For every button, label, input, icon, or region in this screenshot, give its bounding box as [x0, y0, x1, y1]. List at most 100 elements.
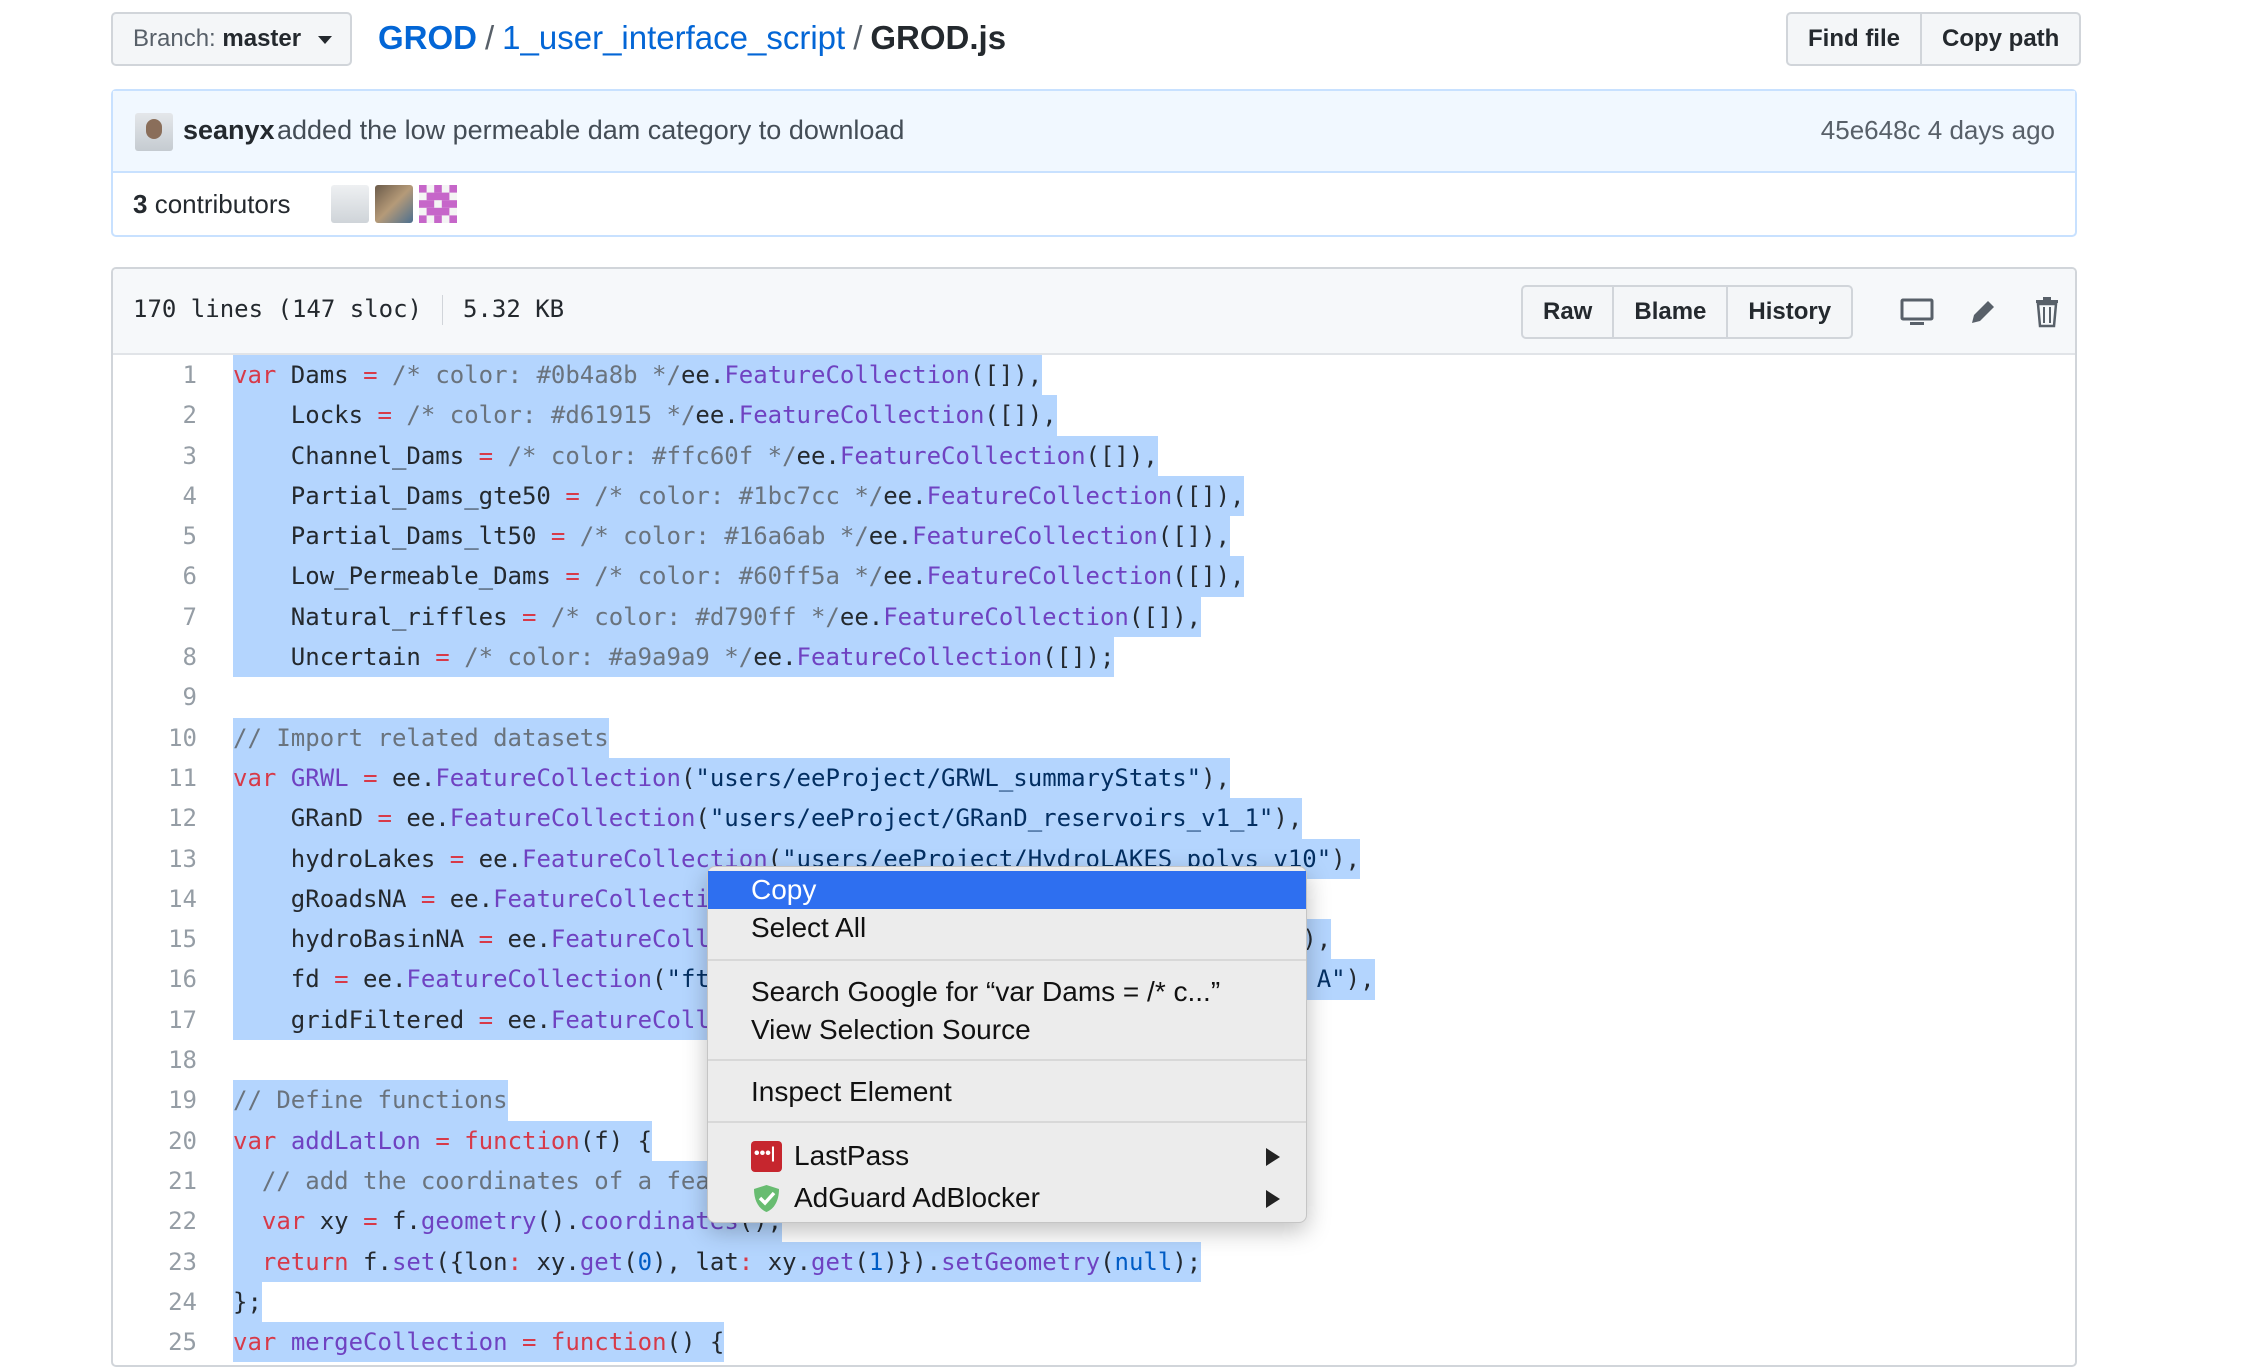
line-number[interactable]: 19: [113, 1080, 197, 1120]
menu-item-adguard[interactable]: AdGuard AdBlocker: [708, 1179, 1306, 1217]
line-number[interactable]: 9: [113, 677, 197, 717]
line-content: // Import related datasets: [233, 717, 609, 758]
line-content: var addLatLon = function(f) {: [233, 1120, 653, 1161]
line-content: var xy = f.geometry().coordinates();: [233, 1201, 783, 1242]
commit-header: seanyx added the low permeable dam categ…: [113, 91, 2075, 173]
line-number[interactable]: 18: [113, 1040, 197, 1080]
code-line: 1 var Dams = /* color: #0b4a8b */ee.Featu…: [113, 355, 2075, 396]
caret-down-icon: [317, 35, 332, 44]
code-line: 8 Uncertain = /* color: #a9a9a9 */ee.Fea…: [113, 637, 2075, 678]
code-line: 10 // Import related datasets: [113, 717, 2075, 758]
commit-message-link[interactable]: added the low permeable dam category to …: [277, 115, 904, 146]
line-number[interactable]: 7: [113, 597, 197, 637]
submenu-arrow-icon: [1266, 1148, 1280, 1166]
code-line: 11 var GRWL = ee.FeatureCollection("users…: [113, 757, 2075, 799]
menu-item-label: View Selection Source: [751, 1014, 1031, 1045]
contributors-count: 3: [133, 189, 148, 219]
code-line: 12 GRanD = ee.FeatureCollection("users/e…: [113, 798, 2075, 839]
code-line: 3 Channel_Dams = /* color: #ffc60f */ee.…: [113, 435, 2075, 476]
contributor-avatar[interactable]: [331, 185, 369, 223]
menu-item-search-google[interactable]: Search Google for “var Dams = /* c...”: [708, 973, 1306, 1011]
history-button[interactable]: History: [1728, 285, 1854, 339]
line-content: gRoadsNA = ee.FeatureCollecti: [233, 878, 710, 920]
contributor-avatar[interactable]: [375, 185, 413, 223]
trash-icon[interactable]: [2030, 295, 2064, 329]
line-content: Channel_Dams = /* color: #ffc60f */ee.Fe…: [233, 435, 1158, 476]
code-line: 7 Natural_riffles = /* color: #d790ff */…: [113, 596, 2075, 638]
file-nav-buttons: Find file Copy path: [1786, 12, 2082, 66]
line-content: Locks = /* color: #d61915 */ee.FeatureCo…: [233, 395, 1057, 436]
line-number[interactable]: 25: [113, 1322, 197, 1362]
menu-item-label: LastPass: [794, 1140, 910, 1171]
code-line: 6 Low_Permeable_Dams = /* color: #60ff5a…: [113, 556, 2075, 597]
raw-button[interactable]: Raw: [1521, 285, 1615, 339]
contributors-link[interactable]: 3 contributors: [133, 189, 291, 220]
breadcrumb-repo-link[interactable]: GROD: [378, 19, 477, 56]
line-number[interactable]: 15: [113, 919, 197, 959]
divider: [441, 295, 443, 325]
commit-tease: seanyx added the low permeable dam categ…: [111, 89, 2077, 237]
menu-separator: [708, 1121, 1306, 1123]
pencil-icon[interactable]: [1966, 295, 2000, 329]
avatar[interactable]: [135, 113, 173, 151]
line-number[interactable]: 11: [113, 758, 197, 798]
breadcrumb: GROD/1_user_interface_script / GROD.js: [378, 16, 1006, 60]
line-number[interactable]: 21: [113, 1161, 197, 1201]
commit-time: 4 days ago: [1927, 115, 2055, 145]
line-number[interactable]: 4: [113, 476, 197, 516]
line-number[interactable]: 23: [113, 1242, 197, 1282]
line-number[interactable]: 16: [113, 959, 197, 999]
line-number[interactable]: 12: [113, 798, 197, 838]
contributor-avatar[interactable]: [419, 185, 457, 223]
line-number[interactable]: 3: [113, 436, 197, 476]
file-info: 170 lines (147 sloc) 5.32 KB: [133, 295, 564, 325]
copy-path-button[interactable]: Copy path: [1922, 12, 2082, 66]
file-header: 170 lines (147 sloc) 5.32 KB Raw Blame Hi…: [113, 269, 2075, 355]
line-content: return f.set({lon: xy.get(0), lat: xy.ge…: [233, 1241, 1202, 1282]
menu-item-view-selection-source[interactable]: View Selection Source: [708, 1011, 1306, 1049]
line-content: Low_Permeable_Dams = /* color: #60ff5a *…: [233, 556, 1245, 597]
menu-item-copy[interactable]: Copy: [708, 871, 1306, 909]
line-content: Uncertain = /* color: #a9a9a9 */ee.Featu…: [233, 637, 1115, 678]
line-content: gridFiltered = ee.FeatureColl: [233, 999, 710, 1041]
file-lines: 170 lines (147 sloc): [133, 295, 422, 323]
desktop-icon[interactable]: [1900, 295, 1934, 329]
line-content: // add the coordinates of a fea: [233, 1160, 710, 1202]
line-number[interactable]: 2: [113, 395, 197, 435]
code-line: 25 var mergeCollection = function() {: [113, 1322, 2075, 1363]
line-number[interactable]: 22: [113, 1201, 197, 1241]
line-number[interactable]: 17: [113, 1000, 197, 1040]
contributors-label: contributors: [154, 189, 291, 219]
commit-author-link[interactable]: seanyx: [183, 115, 275, 146]
breadcrumb-folder-link[interactable]: 1_user_interface_script: [502, 19, 845, 56]
line-number[interactable]: 24: [113, 1282, 197, 1322]
breadcrumb-file: GROD.js: [870, 19, 1007, 56]
line-number[interactable]: 5: [113, 516, 197, 556]
find-file-button[interactable]: Find file: [1786, 12, 1922, 66]
line-number[interactable]: 14: [113, 879, 197, 919]
branch-value: master: [222, 25, 302, 52]
code-line: 2 Locks = /* color: #d61915 */ee.Feature…: [113, 395, 2075, 436]
menu-item-label: Inspect Element: [751, 1076, 952, 1107]
line-number[interactable]: 10: [113, 718, 197, 758]
menu-item-lastpass[interactable]: LastPass: [708, 1135, 1306, 1175]
line-content: Natural_riffles = /* color: #d790ff */ee…: [233, 596, 1202, 638]
line-content: var GRWL = ee.FeatureCollection("users/e…: [233, 757, 1231, 799]
commit-meta: 45e648c 4 days ago: [1821, 115, 2055, 146]
menu-item-inspect-element[interactable]: Inspect Element: [708, 1073, 1306, 1111]
blame-button[interactable]: Blame: [1614, 285, 1729, 339]
line-number[interactable]: 1: [113, 355, 197, 395]
file-actions: Raw Blame History: [1521, 285, 1854, 339]
line-content: GRanD = ee.FeatureCollection("users/eePr…: [233, 798, 1303, 839]
menu-item-select-all[interactable]: Select All: [708, 909, 1306, 947]
code-line: 4 Partial_Dams_gte50 = /* color: #1bc7cc…: [113, 475, 2075, 517]
line-content: Partial_Dams_gte50 = /* color: #1bc7cc *…: [233, 475, 1245, 517]
menu-item-label: AdGuard AdBlocker: [794, 1182, 1040, 1213]
line-number[interactable]: 20: [113, 1121, 197, 1161]
code-line: 5 Partial_Dams_lt50 = /* color: #16a6ab …: [113, 516, 2075, 557]
line-number[interactable]: 13: [113, 839, 197, 879]
commit-sha-link[interactable]: 45e648c: [1821, 115, 1921, 145]
line-number[interactable]: 8: [113, 637, 197, 677]
line-number[interactable]: 6: [113, 556, 197, 596]
branch-select-button[interactable]: Branch: master: [111, 12, 352, 66]
